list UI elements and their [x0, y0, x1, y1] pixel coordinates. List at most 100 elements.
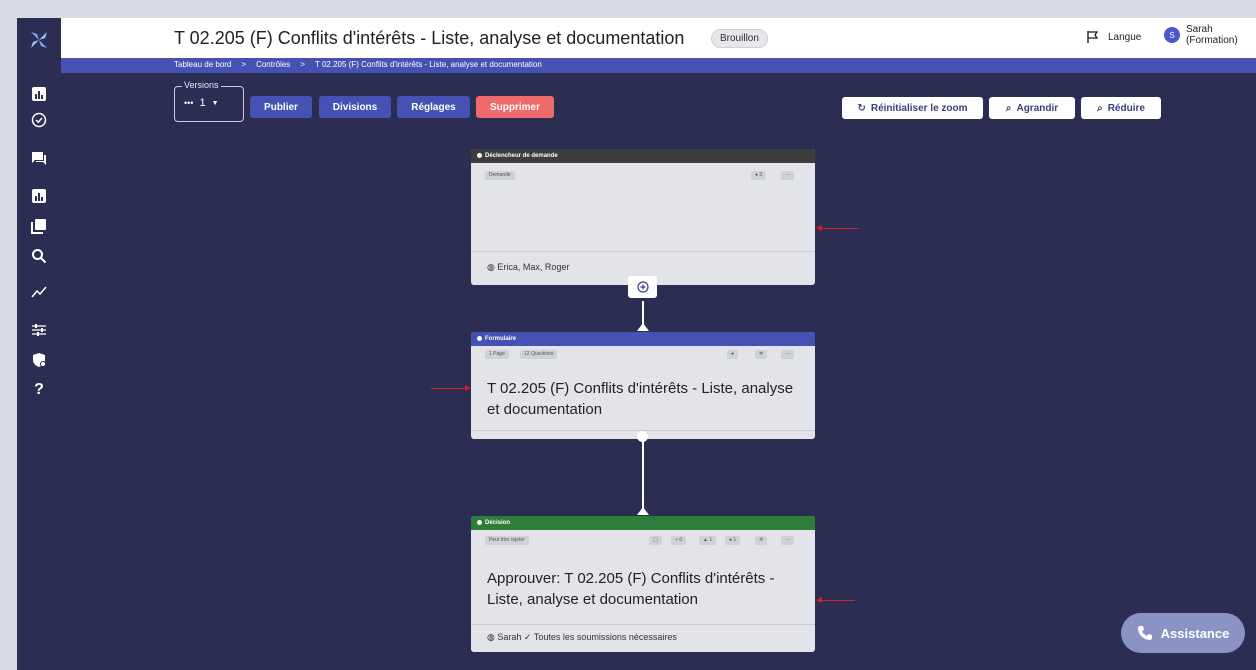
- header: T 02.205 (F) Conflits d'intérêts - Liste…: [61, 18, 1256, 58]
- reset-icon: ↻: [857, 102, 866, 114]
- phone-icon: [1137, 626, 1152, 640]
- library-icon[interactable]: [17, 212, 61, 240]
- annotation-arrow: [821, 600, 855, 601]
- check-circle-icon[interactable]: [17, 106, 61, 134]
- bar-chart-icon[interactable]: [17, 182, 61, 210]
- assistance-button[interactable]: Assistance: [1121, 613, 1245, 653]
- decision-assignee: Sarah: [497, 632, 522, 642]
- trigger-type-chip: Demande: [485, 171, 515, 180]
- decision-node-title: Approuver: T 02.205 (F) Conflits d'intér…: [487, 570, 775, 608]
- breadcrumb-separator: >: [241, 60, 247, 69]
- sidebar: ?: [17, 18, 61, 670]
- decision-branch-chip: ⑂ 0: [671, 536, 687, 545]
- versions-value-wrap: ••• 1 ▼: [184, 97, 219, 109]
- decision-reject-chip: Peut être rejeter: [485, 536, 529, 545]
- decision-count-c: 1: [733, 537, 737, 543]
- workflow-canvas[interactable]: Versions ••• 1 ▼ Publier Divisions Régla…: [61, 73, 1256, 670]
- decision-count-b: 1: [709, 537, 713, 543]
- annotation-arrow: [821, 228, 859, 229]
- decision-node-type: Décision: [471, 516, 815, 530]
- user-role: (Formation): [1186, 35, 1238, 46]
- trigger-node-type: Déclencheur de demande: [471, 149, 815, 163]
- user-menu[interactable]: S Sarah (Formation): [1164, 24, 1238, 46]
- dashboard-icon[interactable]: [17, 80, 61, 108]
- connector: [642, 439, 644, 509]
- decision-node[interactable]: Décision Peut être rejeter ▢ ⑂ 0 ▲ 1 ● 1…: [471, 516, 815, 652]
- users-icon: ●: [729, 537, 733, 543]
- eye-icon[interactable]: ●: [727, 350, 739, 359]
- language-selector[interactable]: Langue: [1086, 30, 1141, 44]
- search-icon[interactable]: [17, 242, 61, 270]
- trigger-assignee-names: Erica, Max, Roger: [497, 262, 570, 272]
- users-icon: ◍: [487, 262, 495, 272]
- trigger-node[interactable]: Déclencheur de demande Demande ● 3 ··· ◍…: [471, 149, 815, 285]
- version-value: 1: [199, 97, 206, 109]
- form-node-type: Formulaire: [471, 332, 815, 346]
- versions-label: Versions: [182, 80, 221, 90]
- breadcrumb-dashboard[interactable]: Tableau de bord: [174, 60, 231, 69]
- chevron-down-icon: ▼: [211, 99, 219, 107]
- calendar-icon[interactable]: ▢: [649, 536, 662, 545]
- decision-requirement: Toutes les soumissions nécessaires: [533, 632, 677, 642]
- delete-button[interactable]: Supprimer: [476, 96, 554, 118]
- bell-icon: ▲: [703, 537, 708, 543]
- check-icon: ✓: [523, 632, 532, 642]
- add-step-button[interactable]: [628, 276, 657, 298]
- trend-icon[interactable]: [17, 278, 61, 306]
- user-icon: ◍: [487, 632, 495, 642]
- form-questions-chip: 12 Questions: [520, 350, 558, 359]
- connector-arrow: [637, 507, 649, 515]
- language-label: Langue: [1108, 31, 1142, 43]
- decision-more-button[interactable]: ···: [781, 536, 794, 545]
- flag-icon: [1087, 31, 1099, 43]
- trigger-count-chip: ● 3: [751, 171, 767, 180]
- form-node[interactable]: Formulaire 1 Page 12 Questions ● ✲ ··· T…: [471, 332, 815, 439]
- zoom-out-button[interactable]: ⌕ Réduire: [1081, 97, 1161, 119]
- zoom-in-icon: ⌕: [1005, 102, 1012, 114]
- gear-icon[interactable]: ✲: [755, 350, 768, 359]
- version-graph-icon: •••: [184, 98, 194, 108]
- avatar: S: [1164, 27, 1180, 43]
- breadcrumb-current: T 02.205 (F) Conflits d'intérêts - Liste…: [314, 60, 542, 69]
- users-icon: ●: [755, 172, 759, 178]
- gear-icon[interactable]: ✲: [755, 536, 768, 545]
- zoom-out-label: Réduire: [1107, 102, 1145, 114]
- breadcrumb: Tableau de bord > Contrôles > T 02.205 (…: [174, 60, 542, 69]
- status-badge: Brouillon: [711, 29, 768, 48]
- logo-icon[interactable]: [17, 18, 61, 62]
- branch-icon: ⑂: [675, 537, 679, 543]
- form-node-title: T 02.205 (F) Conflits d'intérêts - Liste…: [487, 380, 794, 418]
- connector-arrow: [637, 323, 649, 331]
- sliders-icon[interactable]: [17, 316, 61, 344]
- settings-button[interactable]: Réglages: [397, 96, 470, 118]
- user-name: Sarah (Formation): [1186, 24, 1238, 46]
- chat-icon[interactable]: [17, 144, 61, 172]
- annotation-arrow-head: [816, 597, 822, 603]
- versions-select[interactable]: Versions ••• 1 ▼: [174, 80, 244, 122]
- user-first-name: Sarah: [1186, 24, 1213, 35]
- zoom-in-button[interactable]: ⌕ Agrandir: [989, 97, 1075, 119]
- reset-zoom-label: Réinitialiser le zoom: [870, 102, 968, 114]
- annotation-arrow-head: [465, 385, 471, 391]
- trigger-count: 3: [759, 172, 763, 178]
- help-icon[interactable]: ?: [17, 376, 61, 404]
- add-icon: [636, 281, 649, 293]
- breadcrumb-separator: >: [300, 60, 305, 69]
- form-more-button[interactable]: ···: [781, 350, 794, 359]
- publish-button[interactable]: Publier: [250, 96, 312, 118]
- breadcrumb-controls[interactable]: Contrôles: [256, 60, 290, 69]
- breadcrumb-bar: Tableau de bord > Contrôles > T 02.205 (…: [61, 58, 1256, 73]
- assistance-label: Assistance: [1160, 625, 1230, 641]
- trigger-more-button[interactable]: ···: [781, 171, 794, 180]
- decision-users-chip: ● 1: [725, 536, 741, 545]
- annotation-arrow-head: [816, 225, 822, 231]
- page-title: T 02.205 (F) Conflits d'intérêts - Liste…: [174, 28, 685, 48]
- decision-count-a: 0: [679, 537, 683, 543]
- reset-zoom-button[interactable]: ↻ Réinitialiser le zoom: [842, 97, 983, 119]
- decision-node-footer: ◍ Sarah ✓ Toutes les soumissions nécessa…: [471, 624, 815, 652]
- decision-alert-chip: ▲ 1: [699, 536, 717, 545]
- divisions-button[interactable]: Divisions: [319, 96, 391, 118]
- annotation-arrow: [431, 388, 465, 389]
- shield-icon[interactable]: [17, 346, 61, 374]
- app-window: ? T 02.205 (F) Conflits d'intérêts - Lis…: [0, 0, 1256, 670]
